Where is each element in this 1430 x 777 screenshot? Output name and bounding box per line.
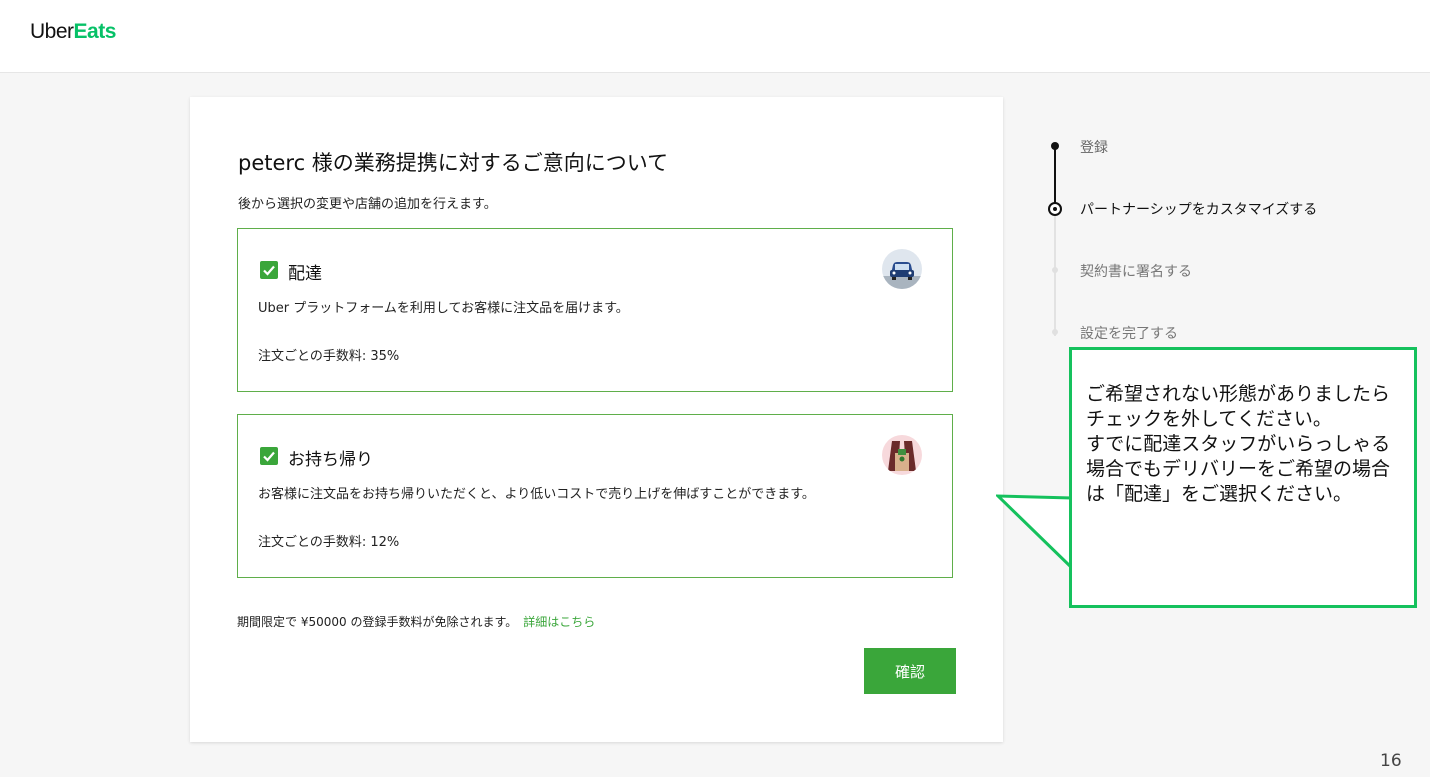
pickup-checkbox[interactable] <box>260 447 278 465</box>
check-icon <box>263 451 275 462</box>
pickup-description: お客様に注文品をお持ち帰りいただくと、より低いコストで売り上げを伸ばすことができ… <box>258 487 815 502</box>
takeout-bag-icon <box>882 435 922 475</box>
pickup-title: お持ち帰り <box>288 450 373 470</box>
annotation-callout: ご希望されない形態がありましたらチェックを外してください。 すでに配達スタッフが… <box>1069 347 1417 608</box>
progress-stepper: 登録 パートナーシップをカスタマイズする 契約書に署名する 設定を完了する <box>1044 130 1364 360</box>
step-label: 契約書に署名する <box>1080 264 1192 280</box>
step-label: パートナーシップをカスタマイズする <box>1080 202 1318 218</box>
stepper-line-pending <box>1054 212 1056 336</box>
delivery-checkbox[interactable] <box>260 261 278 279</box>
car-icon <box>882 249 922 289</box>
step-current-dot <box>1048 202 1062 216</box>
page-title: peterc 様の業務提携に対するご意向について <box>238 151 669 175</box>
step-pending-dot <box>1052 329 1058 335</box>
callout-pointer <box>996 494 1074 570</box>
logo-eats-text: Eats <box>73 20 117 43</box>
promo-notice: 期間限定で ¥50000 の登録手数料が免除されます。 詳細はこちら <box>237 613 595 630</box>
stepper-line-done <box>1054 146 1056 208</box>
promo-text: 期間限定で ¥50000 の登録手数料が免除されます。 <box>237 615 518 629</box>
pickup-fee: 注文ごとの手数料: 12% <box>258 535 400 550</box>
callout-text: ご希望されない形態がありましたらチェックを外してください。 すでに配達スタッフが… <box>1086 383 1391 505</box>
step-pending-dot <box>1052 267 1058 273</box>
delivery-title: 配達 <box>288 264 322 284</box>
top-bar: UberEats <box>0 0 1430 73</box>
page-subtitle: 後から選択の変更や店舗の追加を行えます。 <box>238 197 497 212</box>
promo-details-link[interactable]: 詳細はこちら <box>523 615 595 629</box>
step-label: 登録 <box>1080 140 1108 156</box>
uber-eats-logo[interactable]: UberEats <box>30 20 116 44</box>
page-number: 16 <box>1380 751 1402 771</box>
logo-uber-text: Uber <box>30 20 74 43</box>
step-done-dot <box>1051 142 1059 150</box>
pickup-option[interactable]: お持ち帰り お客様に注文品をお持ち帰りいただくと、より低いコストで売り上げを伸ば… <box>237 414 953 578</box>
delivery-description: Uber プラットフォームを利用してお客様に注文品を届けます。 <box>258 301 629 316</box>
confirm-button[interactable]: 確認 <box>864 648 956 694</box>
delivery-option[interactable]: 配達 Uber プラットフォームを利用してお客様に注文品を届けます。 注文ごとの… <box>237 228 953 392</box>
delivery-fee: 注文ごとの手数料: 35% <box>258 349 400 364</box>
partnership-card: peterc 様の業務提携に対するご意向について 後から選択の変更や店舗の追加を… <box>190 97 1003 742</box>
step-label: 設定を完了する <box>1080 326 1178 342</box>
check-icon <box>263 265 275 276</box>
